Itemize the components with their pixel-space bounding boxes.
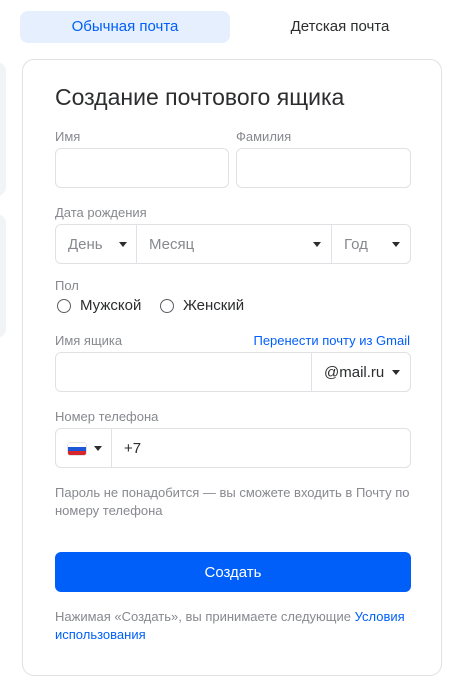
chevron-down-icon xyxy=(119,242,127,247)
last-name-label: Фамилия xyxy=(236,129,292,144)
gender-male-radio[interactable] xyxy=(57,299,71,313)
last-name-input[interactable] xyxy=(237,149,410,187)
registration-form: Создание почтового ящика Имя Фамилия Дат… xyxy=(22,59,442,676)
form-title: Создание почтового ящика xyxy=(55,84,345,110)
terms-notice: Нажимая «Создать», вы принимаете следующ… xyxy=(55,608,411,644)
domain-value: @mail.ru xyxy=(324,363,385,381)
mailbox-label: Имя ящика xyxy=(55,333,123,348)
country-select[interactable] xyxy=(56,429,111,467)
domain-select[interactable]: @mail.ru xyxy=(312,353,410,391)
mailbox-input[interactable] xyxy=(56,353,311,391)
tab-kids-mail[interactable]: Детская почта xyxy=(240,11,440,43)
chevron-down-icon xyxy=(94,446,102,451)
tab-regular-mail[interactable]: Обычная почта xyxy=(20,11,230,43)
birthdate-label: Дата рождения xyxy=(55,205,147,220)
gender-female-label[interactable]: Женский xyxy=(183,297,244,314)
phone-label: Номер телефона xyxy=(55,409,159,424)
chevron-down-icon xyxy=(392,242,400,247)
terms-text: Нажимая «Создать», вы принимаете следующ… xyxy=(55,609,355,624)
year-select[interactable]: Год xyxy=(332,225,410,263)
phone-hint: Пароль не понадобится — вы сможете входи… xyxy=(55,485,410,518)
month-select[interactable]: Месяц xyxy=(137,225,331,263)
day-select[interactable]: День xyxy=(56,225,136,263)
side-panel-bottom xyxy=(0,214,6,338)
year-placeholder: Год xyxy=(344,235,368,253)
month-placeholder: Месяц xyxy=(149,235,195,253)
gender-male-label[interactable]: Мужской xyxy=(80,297,141,314)
first-name-label: Имя xyxy=(55,129,81,144)
gender-female-radio[interactable] xyxy=(160,299,174,313)
russia-flag-icon xyxy=(68,443,86,455)
chevron-down-icon xyxy=(313,242,321,247)
side-panel-top xyxy=(0,62,6,196)
mailbox-field: @mail.ru xyxy=(55,352,411,392)
transfer-gmail-link[interactable]: Перенести почту из Gmail xyxy=(253,333,410,348)
phone-input[interactable] xyxy=(112,429,408,467)
phone-field xyxy=(55,428,411,468)
create-button[interactable]: Создать xyxy=(55,552,411,592)
last-name-field xyxy=(236,148,411,188)
first-name-field xyxy=(55,148,229,188)
gender-label: Пол xyxy=(55,278,79,293)
chevron-down-icon xyxy=(392,370,400,375)
mail-type-tabs: Обычная почта Детская почта xyxy=(20,11,440,43)
first-name-input[interactable] xyxy=(56,149,228,187)
birthdate-field: День Месяц Год xyxy=(55,224,411,264)
day-placeholder: День xyxy=(68,235,103,253)
